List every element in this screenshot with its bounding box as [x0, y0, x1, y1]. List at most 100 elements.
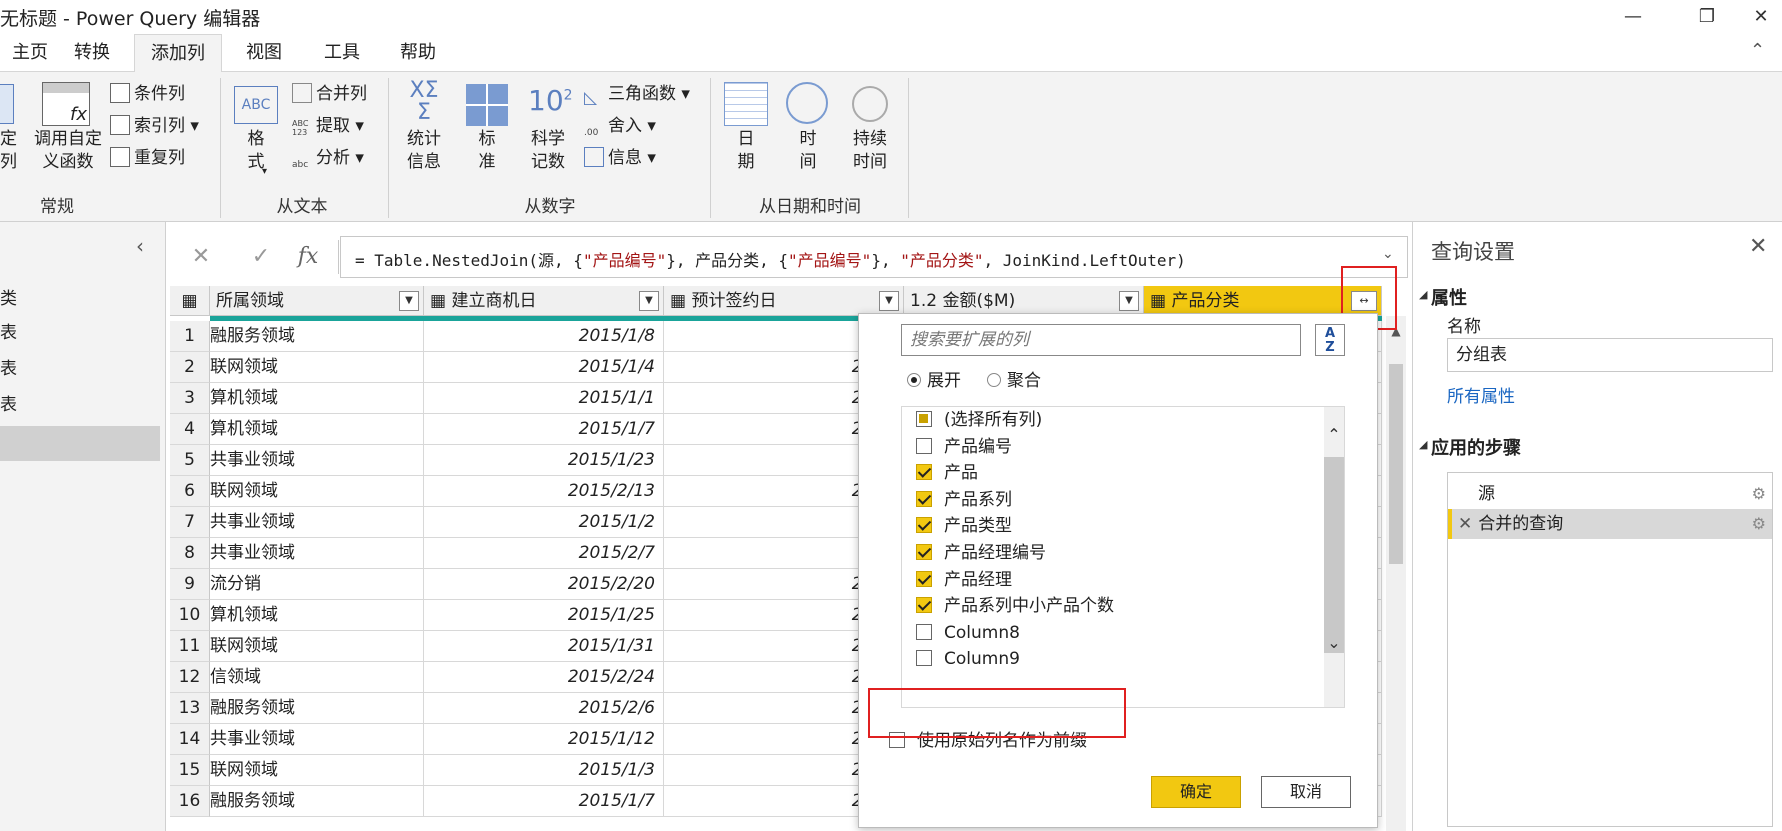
- row-number[interactable]: 9: [170, 569, 210, 600]
- checkbox[interactable]: [916, 464, 932, 481]
- trig-button[interactable]: ◺ 三角函数 ▾: [584, 80, 690, 108]
- step-item-merged-query[interactable]: ✕ 合并的查询 ⚙: [1448, 509, 1772, 539]
- expand-formula-icon[interactable]: ⌄: [1382, 246, 1394, 262]
- checkbox[interactable]: [916, 650, 932, 667]
- tab-view[interactable]: 视图: [230, 34, 298, 72]
- checkbox[interactable]: [916, 437, 932, 454]
- close-icon[interactable]: ✕: [1740, 0, 1782, 34]
- tab-transform[interactable]: 转换: [58, 34, 126, 72]
- scroll-thumb[interactable]: [1389, 364, 1403, 564]
- checklist-item[interactable]: 产品系列中小产品个数: [916, 591, 1114, 621]
- scientific-button[interactable]: 科学 记数: [520, 128, 576, 174]
- step-item-source[interactable]: 源 ⚙: [1448, 479, 1772, 509]
- delete-step-icon[interactable]: ✕: [1458, 514, 1472, 534]
- checkbox[interactable]: [916, 597, 932, 614]
- round-button[interactable]: .00 舍入 ▾: [584, 112, 656, 140]
- column-header-signing-date[interactable]: ▦ 预计签约日 ▼: [664, 286, 904, 316]
- grid-scrollbar[interactable]: ▲: [1386, 316, 1406, 831]
- filter-dropdown-icon[interactable]: ▼: [1119, 291, 1139, 311]
- statistics-button[interactable]: 统计 信息: [398, 128, 450, 174]
- conditional-column-button[interactable]: 条件列: [110, 80, 185, 108]
- ok-button[interactable]: 确定: [1151, 776, 1241, 808]
- row-number[interactable]: 2: [170, 352, 210, 383]
- checkbox[interactable]: [916, 411, 932, 427]
- row-number[interactable]: 7: [170, 507, 210, 538]
- row-number[interactable]: 5: [170, 445, 210, 476]
- standard-button[interactable]: 标 准: [466, 128, 508, 174]
- close-icon[interactable]: ✕: [1749, 234, 1767, 259]
- row-number[interactable]: 4: [170, 414, 210, 445]
- duplicate-column-button[interactable]: 重复列: [110, 144, 185, 172]
- checklist-item[interactable]: 产品编号: [916, 432, 1012, 462]
- row-number[interactable]: 16: [170, 786, 210, 817]
- custom-column-button[interactable]: 定 列: [0, 128, 17, 174]
- duration-button[interactable]: 持续 时间: [842, 128, 898, 174]
- tab-home[interactable]: 主页: [0, 34, 64, 72]
- filter-dropdown-icon[interactable]: ▼: [399, 291, 419, 311]
- query-item[interactable]: 表: [0, 316, 160, 351]
- query-item[interactable]: 表: [0, 352, 160, 387]
- row-number[interactable]: 3: [170, 383, 210, 414]
- row-number[interactable]: 6: [170, 476, 210, 507]
- gear-icon[interactable]: ⚙: [1752, 479, 1766, 509]
- row-number[interactable]: 10: [170, 600, 210, 631]
- format-button[interactable]: 格 式: [236, 128, 276, 174]
- row-number[interactable]: 12: [170, 662, 210, 693]
- checkbox[interactable]: [916, 544, 932, 560]
- checkbox[interactable]: [916, 517, 932, 534]
- radio-aggregate[interactable]: 聚合: [987, 369, 1041, 393]
- collapse-triangle-icon[interactable]: ◢: [1419, 438, 1427, 451]
- sort-az-icon[interactable]: A Z: [1315, 324, 1345, 356]
- scroll-down-icon[interactable]: ⌄: [1324, 633, 1344, 652]
- commit-formula-button[interactable]: ✓: [246, 236, 276, 278]
- checklist-item[interactable]: Column9: [916, 644, 1020, 674]
- query-item-selected[interactable]: [0, 426, 160, 461]
- checklist-scroll-thumb[interactable]: [1324, 457, 1344, 653]
- merge-columns-button[interactable]: 合并列: [292, 80, 367, 108]
- column-header-domain[interactable]: 所属领域 ▼: [210, 286, 424, 316]
- collapse-triangle-icon[interactable]: ◢: [1419, 288, 1427, 301]
- row-number[interactable]: 11: [170, 631, 210, 662]
- query-item[interactable]: 类: [0, 282, 160, 317]
- checklist-item[interactable]: 产品经理编号: [916, 538, 1046, 568]
- row-number[interactable]: 8: [170, 538, 210, 569]
- collapse-pane-icon[interactable]: ‹: [136, 234, 144, 258]
- minimize-icon[interactable]: —: [1608, 0, 1658, 34]
- expand-search-input[interactable]: 搜索要扩展的列: [901, 324, 1301, 356]
- filter-dropdown-icon[interactable]: ▼: [639, 291, 659, 311]
- checklist-item[interactable]: 产品类型: [916, 511, 1012, 541]
- time-button[interactable]: 时 间: [788, 128, 828, 174]
- checkbox[interactable]: [916, 570, 932, 587]
- column-header-opportunity-date[interactable]: ▦ 建立商机日 ▼: [424, 286, 664, 316]
- tab-help[interactable]: 帮助: [384, 34, 452, 72]
- filter-dropdown-icon[interactable]: ▼: [879, 291, 899, 311]
- info-button[interactable]: 信息 ▾: [584, 144, 656, 172]
- row-number[interactable]: 1: [170, 321, 210, 352]
- radio-expand[interactable]: 展开: [907, 369, 961, 393]
- row-number[interactable]: 15: [170, 755, 210, 786]
- restore-icon[interactable]: ❐: [1682, 0, 1732, 34]
- checklist-item[interactable]: 产品: [916, 458, 978, 488]
- row-number[interactable]: 14: [170, 724, 210, 755]
- cancel-button[interactable]: 取消: [1261, 776, 1351, 808]
- tab-add-column[interactable]: 添加列: [134, 34, 222, 73]
- gear-icon[interactable]: ⚙: [1752, 509, 1766, 539]
- invoke-custom-function-button[interactable]: 调用自定 义函数: [28, 128, 108, 174]
- parse-button[interactable]: abc 分析 ▾: [292, 144, 364, 172]
- checklist-item[interactable]: 产品系列: [916, 485, 1012, 515]
- date-button[interactable]: 日 期: [726, 128, 766, 174]
- index-column-button[interactable]: 索引列 ▾: [110, 112, 199, 140]
- scroll-up-icon[interactable]: ⌃: [1324, 425, 1344, 444]
- table-menu-icon[interactable]: ▦: [170, 286, 210, 316]
- checkbox[interactable]: [916, 490, 932, 507]
- cancel-formula-button[interactable]: ✕: [186, 236, 216, 278]
- column-header-amount[interactable]: 1.2 金额($M) ▼: [904, 286, 1144, 316]
- tab-tools[interactable]: 工具: [308, 34, 376, 72]
- query-name-input[interactable]: 分组表: [1447, 338, 1773, 372]
- checklist-item[interactable]: 产品经理: [916, 565, 1012, 595]
- checklist-item[interactable]: Column8: [916, 618, 1020, 648]
- extract-button[interactable]: ABC 123 提取 ▾: [292, 112, 364, 140]
- query-item[interactable]: 表: [0, 388, 160, 423]
- row-number[interactable]: 13: [170, 693, 210, 724]
- collapse-ribbon-icon[interactable]: ⌃: [1750, 40, 1765, 61]
